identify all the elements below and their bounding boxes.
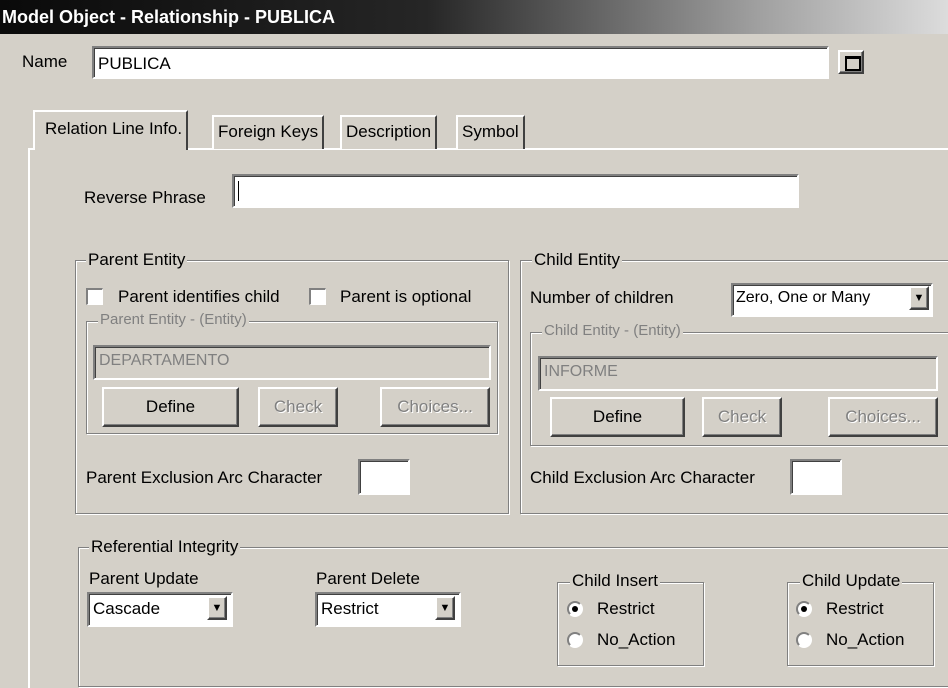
parent-is-optional-label: Parent is optional: [340, 287, 472, 306]
tab-foreign-keys-label: Foreign Keys: [218, 122, 319, 141]
child-entity-field: INFORME: [538, 356, 938, 391]
down-arrow-icon: ▼: [439, 602, 451, 614]
radio-selected-dot: [801, 606, 807, 612]
parent-choices-button: Choices...: [380, 387, 490, 427]
child-update-legend: Child Update: [800, 571, 903, 591]
down-arrow-icon: ▼: [211, 602, 223, 614]
parent-delete-value: Restrict: [321, 599, 379, 618]
child-entity-legend: Child Entity: [532, 250, 622, 270]
parent-choices-label: Choices...: [397, 397, 473, 416]
num-children-value: Zero, One or Many: [736, 289, 871, 306]
child-insert-noaction-label: No_Action: [597, 630, 676, 649]
parent-identifies-child-checkbox[interactable]: [86, 288, 103, 305]
parent-entity-entity-legend: Parent Entity - (Entity): [98, 311, 249, 328]
radio-selected-dot: [572, 606, 578, 612]
parent-exclusion-label: Parent Exclusion Arc Character: [86, 468, 323, 487]
child-update-restrict-label: Restrict: [826, 599, 884, 618]
parent-define-button[interactable]: Define: [102, 387, 239, 427]
child-exclusion-input[interactable]: [790, 459, 842, 495]
tab-relation-line-info-label: Relation Line Info.: [45, 119, 183, 138]
parent-check-label: Check: [273, 397, 323, 416]
parent-delete-dropdown-button[interactable]: ▼: [435, 596, 455, 620]
child-entity-value: INFORME: [544, 363, 618, 380]
num-children-label: Number of children: [530, 288, 674, 307]
parent-define-label: Define: [145, 397, 196, 416]
child-choices-label: Choices...: [845, 407, 921, 426]
num-children-select[interactable]: Zero, One or Many: [731, 283, 933, 317]
down-arrow-icon: ▼: [913, 292, 925, 304]
child-update-noaction-radio[interactable]: [796, 632, 812, 648]
reverse-phrase-label: Reverse Phrase: [84, 188, 206, 207]
tab-relation-line-info[interactable]: Relation Line Info.: [33, 110, 189, 150]
child-insert-noaction-radio[interactable]: [567, 632, 583, 648]
referential-integrity-legend: Referential Integrity: [89, 537, 241, 557]
text-cursor: [238, 180, 239, 201]
expand-name-button[interactable]: [838, 50, 864, 74]
child-insert-legend: Child Insert: [570, 571, 660, 591]
tab-description-label: Description: [346, 122, 432, 141]
parent-exclusion-input[interactable]: [358, 459, 410, 495]
parent-entity-legend: Parent Entity: [86, 250, 188, 270]
tab-symbol-label: Symbol: [462, 122, 519, 141]
parent-update-dropdown-button[interactable]: ▼: [207, 596, 227, 620]
child-define-button[interactable]: Define: [550, 397, 685, 437]
name-label: Name: [22, 52, 68, 71]
child-exclusion-label: Child Exclusion Arc Character: [530, 468, 755, 487]
parent-entity-field: DEPARTAMENTO: [93, 345, 491, 380]
parent-is-optional-checkbox[interactable]: [309, 288, 326, 305]
child-insert-restrict-radio[interactable]: [567, 601, 583, 617]
window-titlebar: Model Object - Relationship - PUBLICA: [0, 0, 948, 34]
name-input[interactable]: PUBLICA: [92, 46, 829, 79]
child-insert-group: [557, 582, 704, 666]
restore-box-icon: [845, 56, 861, 71]
name-input-value: PUBLICA: [98, 54, 171, 73]
parent-update-label: Parent Update: [89, 569, 199, 588]
child-update-restrict-radio[interactable]: [796, 601, 812, 617]
window-title: Model Object - Relationship - PUBLICA: [2, 7, 336, 27]
child-update-group: [787, 582, 934, 666]
child-update-noaction-label: No_Action: [826, 630, 905, 649]
tab-symbol[interactable]: Symbol: [456, 115, 525, 149]
parent-check-button: Check: [258, 387, 338, 427]
parent-update-value: Cascade: [93, 599, 161, 618]
reverse-phrase-input[interactable]: [232, 174, 799, 208]
child-define-label: Define: [592, 407, 643, 426]
tab-description[interactable]: Description: [340, 115, 438, 149]
child-choices-button: Choices...: [828, 397, 938, 437]
parent-delete-label: Parent Delete: [316, 569, 420, 588]
child-insert-restrict-label: Restrict: [597, 599, 655, 618]
tab-foreign-keys[interactable]: Foreign Keys: [212, 115, 325, 149]
child-check-label: Check: [717, 407, 767, 426]
parent-identifies-child-label: Parent identifies child: [118, 287, 280, 306]
parent-entity-value: DEPARTAMENTO: [99, 352, 230, 369]
num-children-dropdown-button[interactable]: ▼: [909, 286, 929, 310]
child-entity-entity-legend: Child Entity - (Entity): [542, 322, 683, 339]
child-check-button: Check: [702, 397, 782, 437]
